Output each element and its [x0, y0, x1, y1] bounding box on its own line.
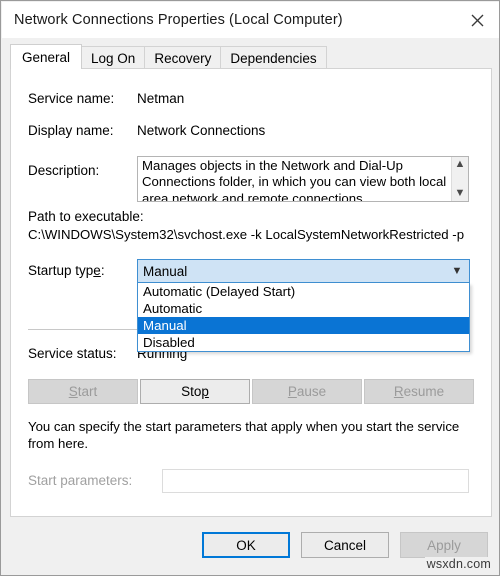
- path-to-executable-value: C:\WINDOWS\System32\svchost.exe -k Local…: [28, 227, 465, 242]
- service-name-value: Netman: [137, 91, 185, 106]
- chevron-down-icon[interactable]: ▼: [455, 188, 466, 199]
- startup-type-selected-value: Manual: [143, 263, 188, 279]
- description-label: Description:: [28, 163, 100, 178]
- general-tab-panel: Service name: Netman Display name: Netwo…: [10, 68, 492, 517]
- start-parameters-input[interactable]: [162, 469, 469, 493]
- tab-strip: General Log On Recovery Dependencies: [10, 44, 492, 69]
- service-properties-dialog: Network Connections Properties (Local Co…: [0, 0, 500, 576]
- dropdown-option-automatic-delayed[interactable]: Automatic (Delayed Start): [138, 283, 469, 300]
- service-name-label: Service name:: [28, 91, 115, 106]
- cancel-button[interactable]: Cancel: [301, 532, 389, 558]
- description-value: Manages objects in the Network and Dial-…: [142, 158, 447, 201]
- ok-button[interactable]: OK: [202, 532, 290, 558]
- start-parameters-helper-text: You can specify the start parameters tha…: [28, 419, 460, 451]
- tab-dependencies[interactable]: Dependencies: [220, 46, 327, 69]
- dropdown-option-manual[interactable]: Manual: [138, 317, 469, 334]
- watermark: wsxdn.com: [424, 557, 493, 571]
- startup-type-combobox[interactable]: Manual ▼: [137, 259, 470, 283]
- display-name-value: Network Connections: [137, 123, 266, 138]
- pause-button[interactable]: Pause: [252, 379, 362, 404]
- title-bar: Network Connections Properties (Local Co…: [2, 2, 499, 38]
- dropdown-option-automatic[interactable]: Automatic: [138, 300, 469, 317]
- description-box[interactable]: Manages objects in the Network and Dial-…: [137, 156, 469, 202]
- startup-type-label: Startup type:: [28, 263, 105, 278]
- start-parameters-label: Start parameters:: [28, 473, 133, 488]
- apply-button[interactable]: Apply: [400, 532, 488, 558]
- service-status-label: Service status:: [28, 346, 117, 361]
- tab-recovery[interactable]: Recovery: [144, 46, 222, 69]
- tab-log-on[interactable]: Log On: [81, 46, 146, 69]
- description-scrollbar[interactable]: ▲ ▼: [451, 157, 468, 201]
- start-button[interactable]: Start: [28, 379, 138, 404]
- chevron-down-icon[interactable]: ▼: [445, 265, 469, 277]
- path-to-executable-label: Path to executable:: [28, 209, 144, 224]
- display-name-label: Display name:: [28, 123, 114, 138]
- resume-button[interactable]: Resume: [364, 379, 474, 404]
- tab-general[interactable]: General: [10, 44, 83, 69]
- window-title: Network Connections Properties (Local Co…: [14, 12, 343, 28]
- stop-button[interactable]: Sto p: [140, 379, 250, 404]
- startup-type-dropdown-list[interactable]: Automatic (Delayed Start) Automatic Manu…: [137, 283, 470, 352]
- close-icon[interactable]: [454, 2, 499, 38]
- dropdown-option-disabled[interactable]: Disabled: [138, 334, 469, 351]
- chevron-up-icon[interactable]: ▲: [455, 159, 466, 170]
